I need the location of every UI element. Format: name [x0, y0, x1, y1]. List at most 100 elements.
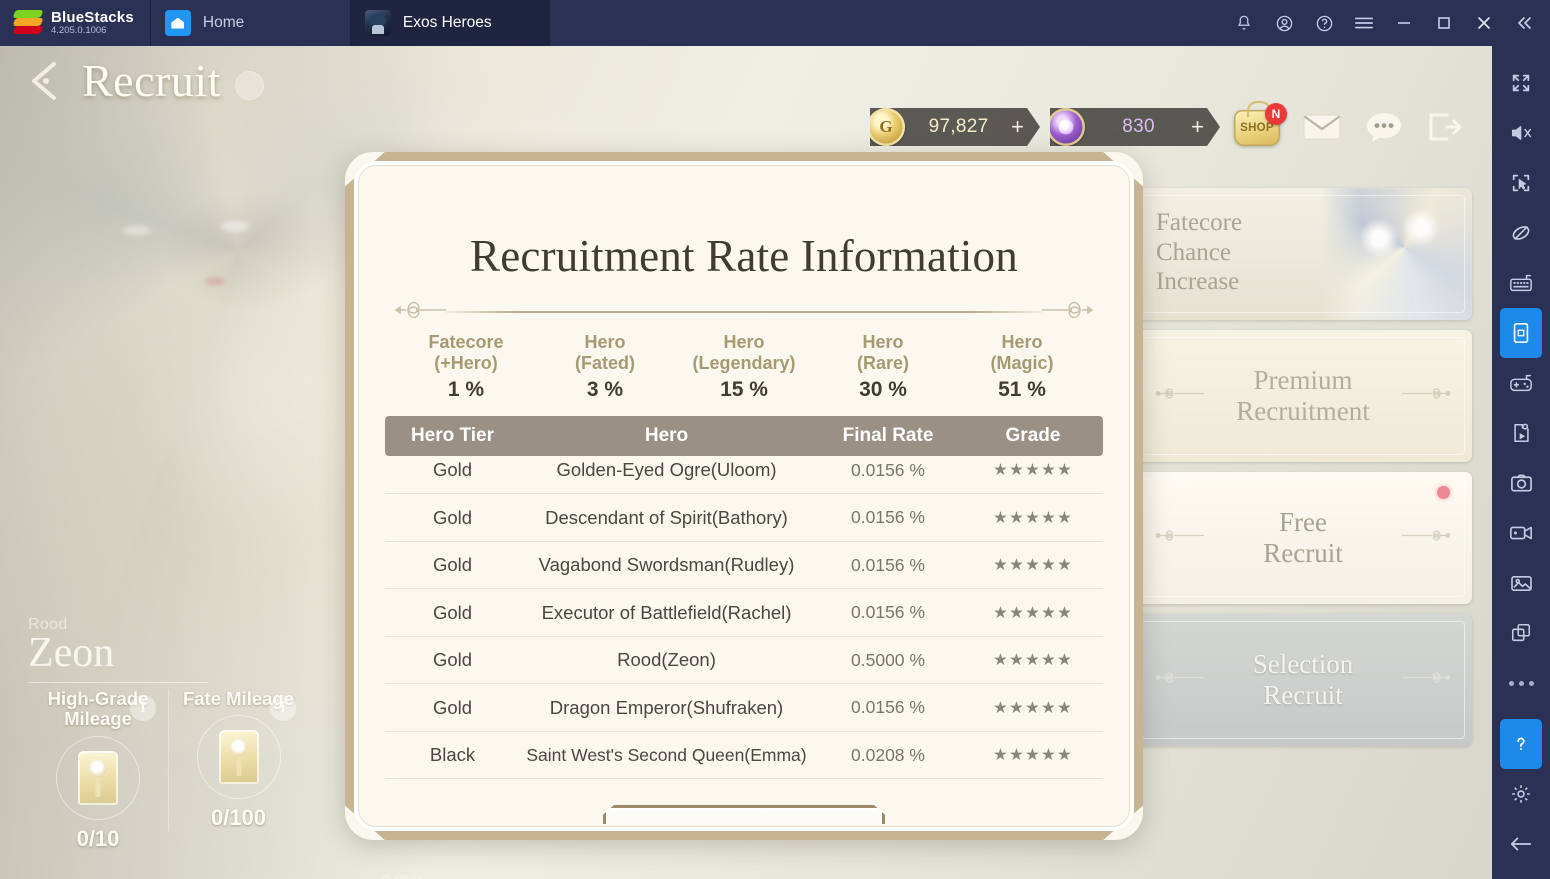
- cell-hero: Saint West's Second Queen(Emma): [526, 744, 807, 765]
- dialog-panel: Recruitment Rate Information Fatecore (+…: [345, 152, 1143, 840]
- cell-grade: ★★★★★: [993, 698, 1073, 717]
- cell-hero: Rood(Zeon): [617, 649, 716, 670]
- cell-final-rate: 0.0208 %: [851, 744, 925, 765]
- rate-label: Hero (Fated): [575, 332, 635, 373]
- rate-item-fatecore: Fatecore (+Hero) 1 %: [397, 332, 536, 402]
- dialog-content: Recruitment Rate Information Fatecore (+…: [361, 168, 1127, 824]
- gamepad-icon[interactable]: [1500, 358, 1542, 408]
- bluestacks-version: 4.205.0.1006: [51, 25, 107, 37]
- rate-label: Fatecore (+Hero): [428, 332, 504, 373]
- rate-summary: Fatecore (+Hero) 1 % Hero (Fated) 3 % He…: [361, 332, 1127, 402]
- menu-icon[interactable]: [1344, 0, 1384, 46]
- record-video-icon[interactable]: [1500, 508, 1542, 558]
- recruitment-rate-modal: Recruitment Rate Information Fatecore (+…: [0, 46, 1492, 879]
- column-header-final-rate: Final Rate: [842, 424, 934, 446]
- cell-hero-tier: Gold: [432, 506, 473, 528]
- confirm-button[interactable]: Confirm: [603, 804, 885, 824]
- back-icon[interactable]: [1500, 819, 1542, 869]
- home-icon: [164, 10, 191, 36]
- rate-table: Hero Tier Hero Final Rate Grade Gold Gol…: [385, 415, 1103, 785]
- cell-grade: ★★★★★: [993, 461, 1073, 479]
- game-viewport: Recruit ? G 97,827 + 830 + SHOP N Fateco…: [0, 46, 1492, 879]
- cell-hero: Golden-Eyed Ogre(Uloom): [556, 459, 777, 480]
- cell-hero-tier: Gold: [432, 601, 473, 623]
- rate-item-rare: Hero (Rare) 30 %: [814, 332, 953, 402]
- column-header-hero-tier: Hero Tier: [410, 424, 495, 446]
- rate-value: 3 %: [586, 377, 624, 401]
- multi-instance-icon[interactable]: [1500, 608, 1542, 658]
- cell-hero-tier: Gold: [432, 554, 473, 575]
- more-icon[interactable]: [1500, 658, 1542, 708]
- help-square-icon[interactable]: [1500, 719, 1542, 769]
- rate-label: Hero (Legendary): [692, 332, 796, 373]
- title-divider: [394, 301, 1094, 319]
- cell-hero-tier: Gold: [432, 459, 473, 480]
- table-row: Black Saint West's Second Queen(Emma) 0.…: [385, 732, 1103, 780]
- table-row: Gold Vagabond Swordsman(Rudley) 0.0156 %…: [385, 542, 1103, 590]
- tab-home-label: Home: [202, 14, 245, 31]
- mute-icon[interactable]: [1500, 108, 1542, 158]
- media-manager-icon[interactable]: [1500, 558, 1542, 608]
- cell-hero: Vagabond Swordsman(Rudley): [538, 554, 795, 575]
- cell-final-rate: 0.0156 %: [851, 602, 925, 622]
- rate-value: 51 %: [998, 377, 1046, 401]
- multi-select-icon[interactable]: [1500, 158, 1542, 208]
- cell-grade: ★★★★★: [993, 651, 1073, 669]
- rate-value: 30 %: [859, 377, 907, 401]
- settings-gear-icon[interactable]: [1500, 769, 1542, 819]
- table-row: Gold Executor of Battlefield(Rachel) 0.0…: [385, 589, 1103, 637]
- cell-grade: ★★★★★: [993, 746, 1073, 764]
- bluestacks-logo-icon: [12, 10, 44, 36]
- tab-exos-heroes-label: Exos Heroes: [402, 14, 492, 31]
- cell-hero-tier: Black: [429, 744, 476, 765]
- bluestacks-brand: BlueStacks 4.205.0.1006: [0, 0, 150, 46]
- rate-item-fated: Hero (Fated) 3 %: [536, 332, 675, 402]
- minimize-icon[interactable]: [1384, 0, 1424, 46]
- fleur-ornament-right-icon: [828, 820, 866, 824]
- rotate-screen-icon[interactable]: [1500, 308, 1542, 358]
- cell-grade: ★★★★★: [993, 508, 1073, 527]
- confirm-button-label: Confirm: [697, 820, 792, 824]
- cell-final-rate: 0.0156 %: [851, 507, 925, 527]
- collapse-icon[interactable]: [1504, 0, 1544, 46]
- close-icon[interactable]: [1464, 0, 1504, 46]
- rate-label: Hero (Rare): [856, 332, 909, 373]
- dialog-title: Recruitment Rate Information: [470, 231, 1018, 281]
- table-row: Gold Rood(Zeon) 0.5000 % ★★★★★: [385, 637, 1103, 685]
- dialog-footer: Confirm: [361, 804, 1127, 824]
- notifications-icon[interactable]: [1224, 0, 1264, 46]
- macro-recorder-icon[interactable]: [1500, 408, 1542, 458]
- cell-hero: Dragon Emperor(Shufraken): [549, 696, 784, 718]
- maximize-icon[interactable]: [1424, 0, 1464, 46]
- rate-label: Hero (Magic): [990, 332, 1054, 373]
- keyboard-controls-icon[interactable]: [1500, 258, 1542, 308]
- fleur-ornament-left-icon: [622, 820, 660, 824]
- fullscreen-icon[interactable]: [1500, 58, 1542, 108]
- tab-exos-heroes[interactable]: Exos Heroes: [349, 0, 550, 46]
- bluestacks-title: BlueStacks: [51, 8, 134, 26]
- cell-final-rate: 0.5000 %: [851, 649, 925, 670]
- account-icon[interactable]: [1264, 0, 1304, 46]
- screenshot-icon[interactable]: [1500, 458, 1542, 508]
- cell-hero-tier: Gold: [432, 696, 473, 718]
- table-row: Gold Dragon Emperor(Shufraken) 0.0156 % …: [385, 684, 1103, 732]
- help-icon[interactable]: [1304, 0, 1344, 46]
- rate-value: 1 %: [447, 377, 485, 401]
- bluestacks-titlebar: BlueStacks 4.205.0.1006 Home Exos Heroes: [0, 0, 1550, 46]
- divider-line: [446, 311, 1042, 313]
- eco-mode-icon[interactable]: [1500, 208, 1542, 258]
- cell-hero: Executor of Battlefield(Rachel): [541, 601, 792, 623]
- cell-final-rate: 0.0156 %: [851, 554, 925, 575]
- cell-hero: Descendant of Spirit(Bathory): [545, 506, 788, 528]
- cell-final-rate: 0.0156 %: [851, 459, 925, 480]
- table-body[interactable]: Gold Golden-Eyed Ogre(Uloom) 0.0156 % ★★…: [385, 456, 1103, 785]
- rate-item-magic: Hero (Magic) 51 %: [953, 332, 1092, 402]
- column-header-grade: Grade: [1005, 424, 1061, 446]
- tab-home[interactable]: Home: [149, 0, 350, 46]
- cell-grade: ★★★★★: [993, 603, 1073, 622]
- fleur-ornament-left-icon: [394, 295, 448, 330]
- rate-item-legendary: Hero (Legendary) 15 %: [675, 332, 814, 402]
- table-row: Gold Descendant of Spirit(Bathory) 0.015…: [385, 494, 1103, 542]
- game-avatar-icon: [364, 10, 391, 36]
- cell-hero-tier: Gold: [432, 649, 473, 670]
